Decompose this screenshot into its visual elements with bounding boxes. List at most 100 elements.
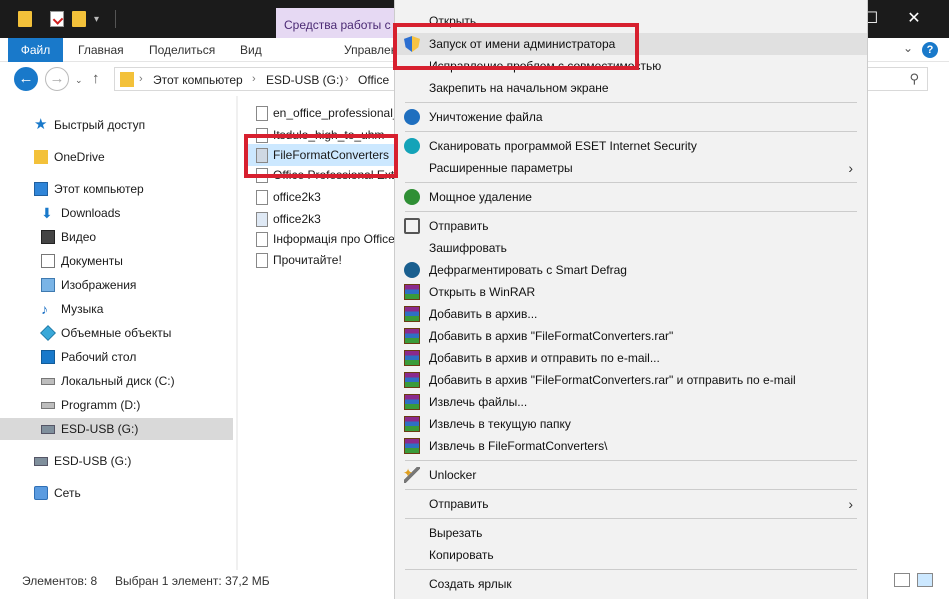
- menu-label: Копировать: [429, 544, 494, 566]
- computer-icon: [34, 182, 48, 196]
- recent-locations-icon[interactable]: ⌄: [75, 75, 83, 86]
- menu-item-create-shortcut[interactable]: Создать ярлык: [395, 573, 867, 595]
- disk-icon: [41, 378, 55, 385]
- menu-item-force-uninstall[interactable]: Мощное удаление: [395, 186, 867, 208]
- quick-access-dropdown-icon[interactable]: ▾: [94, 14, 99, 25]
- nav-label: Downloads: [61, 202, 120, 224]
- breadcrumb-office[interactable]: Office: [358, 73, 389, 87]
- chevron-right-icon: ›: [252, 73, 256, 85]
- uninstall-icon: [404, 189, 420, 205]
- winrar-icon: [404, 328, 420, 344]
- usb-icon: [41, 425, 55, 434]
- menu-label: Дефрагментировать с Smart Defrag: [429, 259, 627, 281]
- menu-item-advanced[interactable]: Расширенные параметры ›: [395, 157, 867, 179]
- menu-separator: [405, 102, 857, 103]
- menu-item-extract-to-folder[interactable]: Извлечь в FileFormatConverters\: [395, 435, 867, 457]
- help-icon[interactable]: ?: [922, 42, 938, 58]
- details-view-icon[interactable]: [894, 573, 910, 587]
- highlight-box-selected-file: [244, 134, 398, 178]
- list-item[interactable]: office2k3: [256, 208, 396, 230]
- menu-label: Закрепить на начальном экране: [429, 77, 609, 99]
- menu-label: Отправить: [429, 493, 489, 515]
- folder-icon[interactable]: [18, 11, 32, 27]
- menu-item-add-archive[interactable]: Добавить в архив...: [395, 303, 867, 325]
- properties-icon[interactable]: [50, 11, 64, 27]
- breadcrumb-this-pc[interactable]: Этот компьютер: [153, 73, 243, 87]
- list-item[interactable]: Прочитайте!: [256, 249, 396, 271]
- menu-label: Вырезать: [429, 522, 482, 544]
- menu-item-cut[interactable]: Вырезать: [395, 522, 867, 544]
- selection-info: Выбран 1 элемент: 37,2 МБ: [115, 574, 270, 588]
- context-menu: Открыть Запуск от имени администратора И…: [394, 0, 868, 599]
- chevron-right-icon: ›: [848, 157, 853, 179]
- menu-item-shred-file[interactable]: Уничтожение файла: [395, 106, 867, 128]
- menu-item-encrypt[interactable]: Зашифровать: [395, 237, 867, 259]
- menu-item-open-winrar[interactable]: Открыть в WinRAR: [395, 281, 867, 303]
- nav-label: Быстрый доступ: [54, 114, 145, 136]
- file-icon: [256, 190, 268, 205]
- file-name: office2k3: [273, 208, 321, 230]
- menu-item-unlocker[interactable]: Unlocker: [395, 464, 867, 486]
- menu-separator: [405, 518, 857, 519]
- nav-label: Музыка: [61, 298, 103, 320]
- tab-file[interactable]: Файл: [8, 38, 63, 62]
- new-folder-icon[interactable]: [72, 11, 86, 27]
- tab-view[interactable]: Вид: [240, 38, 262, 62]
- large-icons-view-icon[interactable]: [917, 573, 933, 587]
- forward-button[interactable]: →: [45, 67, 69, 91]
- nav-drive-g[interactable]: ESD-USB (G:): [0, 418, 233, 440]
- item-count: Элементов: 8: [22, 574, 97, 588]
- network-icon: [34, 486, 48, 500]
- ccleaner-icon: [404, 109, 420, 125]
- menu-label: Добавить в архив и отправить по e-mail..…: [429, 347, 660, 369]
- menu-item-copy[interactable]: Копировать: [395, 544, 867, 566]
- search-icon[interactable]: ⚲: [909, 71, 919, 87]
- menu-separator: [405, 211, 857, 212]
- highlight-box-run-as-admin: [393, 23, 639, 70]
- list-item[interactable]: Інформація про Office: [256, 228, 396, 250]
- menu-item-pin-start[interactable]: Закрепить на начальном экране: [395, 77, 867, 99]
- list-item[interactable]: en_office_professional_plus: [256, 102, 396, 124]
- menu-item-extract-here[interactable]: Извлечь в текущую папку: [395, 413, 867, 435]
- search-input[interactable]: ⚲: [858, 67, 928, 91]
- ribbon-collapse-icon[interactable]: ⌄: [903, 41, 913, 55]
- list-item[interactable]: office2k3: [256, 186, 396, 208]
- menu-item-share[interactable]: Отправить: [395, 215, 867, 237]
- nav-label: Изображения: [61, 274, 136, 296]
- menu-separator: [405, 460, 857, 461]
- menu-label: Расширенные параметры: [429, 157, 573, 179]
- menu-item-add-archive-email[interactable]: Добавить в архив и отправить по e-mail..…: [395, 347, 867, 369]
- address-bar[interactable]: › Этот компьютер › ESD-USB (G:) › Office: [114, 67, 404, 91]
- tab-home[interactable]: Главная: [78, 38, 124, 62]
- nav-label: Рабочий стол: [61, 346, 136, 368]
- back-button[interactable]: ←: [14, 67, 38, 91]
- menu-label: Создать ярлык: [429, 573, 512, 595]
- nav-label: Programm (D:): [61, 394, 140, 416]
- winrar-icon: [404, 394, 420, 410]
- close-button[interactable]: ✕: [903, 8, 925, 30]
- file-name: Прочитайте!: [273, 249, 342, 271]
- file-icon: [256, 232, 268, 247]
- menu-label: Unlocker: [429, 464, 476, 486]
- breadcrumb-esd-usb[interactable]: ESD-USB (G:): [266, 73, 343, 87]
- menu-item-extract-files[interactable]: Извлечь файлы...: [395, 391, 867, 413]
- menu-label: Добавить в архив "FileFormatConverters.r…: [429, 369, 796, 391]
- menu-item-smart-defrag[interactable]: Дефрагментировать с Smart Defrag: [395, 259, 867, 281]
- chevron-right-icon: ›: [345, 73, 349, 85]
- tab-share[interactable]: Поделиться: [149, 38, 215, 62]
- menu-label: Уничтожение файла: [429, 106, 543, 128]
- menu-separator: [405, 182, 857, 183]
- menu-item-add-archive-rar[interactable]: Добавить в архив "FileFormatConverters.r…: [395, 325, 867, 347]
- tab-manage[interactable]: Управлен: [344, 38, 397, 62]
- menu-label: Извлечь в FileFormatConverters\: [429, 435, 607, 457]
- file-icon: [256, 253, 268, 268]
- chevron-right-icon: ›: [139, 73, 143, 85]
- disk-icon: [41, 402, 55, 409]
- tools-context-tab[interactable]: Средства работы с п: [276, 8, 394, 38]
- nav-label: ESD-USB (G:): [54, 450, 131, 472]
- up-button[interactable]: ↑: [92, 70, 100, 87]
- menu-item-eset-scan[interactable]: Сканировать программой ESET Internet Sec…: [395, 135, 867, 157]
- menu-item-add-archive-rar-email[interactable]: Добавить в архив "FileFormatConverters.r…: [395, 369, 867, 391]
- winrar-icon: [404, 306, 420, 322]
- menu-item-send-to[interactable]: Отправить›: [395, 493, 867, 515]
